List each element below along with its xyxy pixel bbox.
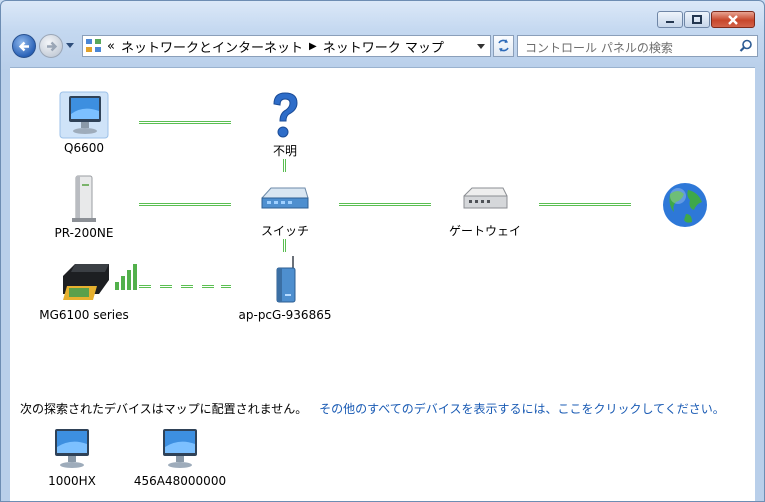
router-icon: [463, 187, 508, 209]
question-mark-icon: [273, 92, 298, 138]
device-mg6100[interactable]: MG6100 series: [29, 256, 139, 322]
device-label: ap-pcG-936865: [238, 308, 332, 322]
close-icon: [728, 14, 738, 25]
router-icon: [72, 175, 96, 222]
device-label: PR-200NE: [54, 226, 114, 240]
chevron-right-icon[interactable]: ▶: [309, 41, 317, 52]
unmapped-devices-message: 次の探索されたデバイスはマップに配置されません。 その他のすべてのデバイスを表示…: [20, 400, 725, 417]
switch-icon: [261, 187, 309, 209]
minimize-icon: [666, 20, 674, 23]
show-all-devices-link[interactable]: その他のすべてのデバイスを表示するには、ここをクリックしてください。: [319, 402, 725, 416]
device-label: 不明: [272, 144, 297, 158]
breadcrumb-network-internet[interactable]: ネットワークとインターネット: [121, 37, 303, 56]
window-controls: [657, 11, 755, 28]
link-pr200ne-switch: [139, 203, 231, 206]
globe-icon: [663, 183, 707, 227]
wireless-link-mg6100-ap: [181, 285, 193, 288]
device-label: スイッチ: [260, 224, 309, 238]
device-ap[interactable]: ap-pcG-936865: [230, 254, 340, 322]
link-switch-gateway: [339, 203, 431, 206]
refresh-button[interactable]: [493, 35, 514, 57]
search-placeholder: コントロール パネルの検索: [525, 41, 673, 55]
arrow-right-icon: [47, 41, 58, 52]
breadcrumb-overflow[interactable]: «: [107, 39, 115, 54]
wireless-link-mg6100-ap: [160, 285, 172, 288]
minimize-button[interactable]: [657, 11, 683, 28]
device-switch[interactable]: スイッチ: [230, 178, 340, 239]
computer-icon: [163, 429, 197, 468]
printer-icon: [63, 264, 137, 300]
maximize-icon: [692, 14, 702, 24]
search-icon[interactable]: [739, 39, 753, 53]
address-dropdown-icon[interactable]: [477, 44, 485, 49]
arrow-left-icon: [18, 41, 29, 52]
breadcrumb-network-map[interactable]: ネットワーク マップ: [323, 37, 444, 56]
device-label: MG6100 series: [39, 308, 129, 322]
wireless-link-mg6100-ap: [202, 285, 214, 288]
recent-pages-dropdown[interactable]: [66, 43, 74, 48]
maximize-button[interactable]: [684, 11, 710, 28]
close-button[interactable]: [711, 11, 755, 28]
link-unknown-switch: [283, 159, 286, 172]
device-pr200ne[interactable]: PR-200NE: [29, 174, 139, 240]
device-gateway[interactable]: ゲートウェイ: [430, 178, 540, 239]
device-456a48000000[interactable]: 456A48000000: [125, 426, 235, 488]
device-q6600[interactable]: Q6600: [29, 91, 139, 155]
link-gateway-internet: [539, 203, 631, 206]
link-q6600-unknown: [139, 121, 231, 124]
network-map-icon: [86, 39, 101, 52]
device-label: Q6600: [64, 141, 104, 155]
explorer-window: « ネットワークとインターネット ▶ ネットワーク マップ コントロール パネル…: [0, 0, 765, 502]
device-label: ゲートウェイ: [448, 224, 521, 238]
link-switch-ap: [283, 239, 286, 252]
refresh-icon: [498, 39, 509, 52]
device-label: 456A48000000: [133, 474, 227, 488]
unmapped-message-text: 次の探索されたデバイスはマップに配置されません。: [20, 402, 308, 416]
search-box[interactable]: コントロール パネルの検索: [517, 35, 758, 57]
device-unknown[interactable]: 不明: [230, 90, 340, 159]
address-bar[interactable]: « ネットワークとインターネット ▶ ネットワーク マップ: [82, 35, 491, 57]
device-1000hx[interactable]: 1000HX: [17, 426, 127, 488]
internet-node[interactable]: [630, 180, 740, 230]
device-label: 1000HX: [48, 474, 96, 488]
network-map-pane: Q6600 不明 PR-200NE スイッチ ゲートウェイ MG6100 ser…: [10, 67, 755, 501]
back-button[interactable]: [12, 34, 36, 58]
forward-button[interactable]: [39, 34, 63, 58]
access-point-icon: [276, 256, 296, 303]
computer-icon: [55, 429, 89, 468]
computer-icon: [59, 91, 109, 139]
navigation-bar: « ネットワークとインターネット ▶ ネットワーク マップ コントロール パネル…: [9, 34, 758, 60]
